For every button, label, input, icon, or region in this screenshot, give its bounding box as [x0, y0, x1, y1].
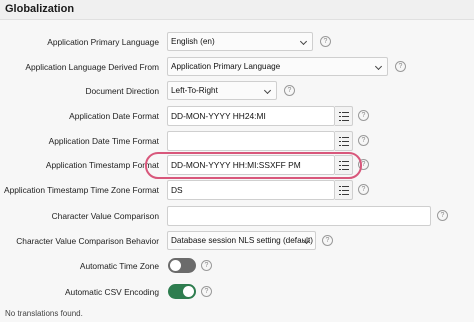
help-icon[interactable]: ? — [437, 210, 448, 221]
row-char-value-comparison-behavior: Character Value Comparison Behavior Data… — [0, 231, 474, 251]
highlight-outline — [145, 152, 362, 179]
row-char-value-comparison: Character Value Comparison ? — [0, 206, 474, 226]
row-date-time-format: Application Date Time Format ? — [0, 131, 474, 151]
char-value-comparison-behavior-select[interactable]: Database session NLS setting (default) — [167, 231, 316, 250]
row-primary-language: Application Primary Language English (en… — [0, 32, 474, 52]
help-icon[interactable]: ? — [320, 36, 331, 47]
date-format-list-button[interactable] — [335, 106, 353, 126]
help-icon[interactable]: ? — [358, 184, 369, 195]
toggle-knob — [170, 260, 181, 271]
toggle-knob — [183, 286, 194, 297]
section-title: Globalization — [5, 3, 75, 15]
list-icon — [339, 112, 341, 114]
help-icon[interactable]: ? — [201, 260, 212, 271]
primary-language-value: English (en) — [171, 37, 215, 46]
date-time-format-list-button[interactable] — [335, 131, 353, 151]
section-header: Globalization — [0, 0, 474, 20]
chevron-down-icon — [299, 37, 308, 46]
row-date-format: Application Date Format DD-MON-YYYY HH24… — [0, 106, 474, 126]
list-icon — [339, 137, 341, 139]
document-direction-select[interactable]: Left-To-Right — [167, 81, 277, 100]
help-icon[interactable]: ? — [358, 110, 369, 121]
help-icon[interactable]: ? — [284, 85, 295, 96]
primary-language-select[interactable]: English (en) — [167, 32, 313, 51]
derived-from-select[interactable]: Application Primary Language — [167, 57, 388, 76]
translations-status: No translations found. — [5, 309, 83, 318]
primary-language-label: Application Primary Language — [47, 37, 159, 47]
automatic-time-zone-toggle[interactable] — [168, 258, 196, 273]
help-icon[interactable]: ? — [395, 61, 406, 72]
char-value-comparison-input[interactable] — [167, 206, 431, 226]
help-icon[interactable]: ? — [322, 235, 333, 246]
chevron-down-icon — [374, 62, 383, 71]
date-format-input[interactable]: DD-MON-YYYY HH24:MI — [167, 106, 335, 126]
timestamp-tz-format-list-button[interactable] — [335, 180, 353, 200]
chevron-down-icon — [263, 86, 272, 95]
char-value-comparison-behavior-label: Character Value Comparison Behavior — [16, 236, 159, 246]
derived-from-label: Application Language Derived From — [25, 62, 159, 72]
timestamp-tz-format-input[interactable]: DS — [167, 180, 335, 200]
timestamp-tz-format-label: Application Timestamp Time Zone Format — [4, 185, 159, 195]
document-direction-value: Left-To-Right — [171, 86, 218, 95]
derived-from-value: Application Primary Language — [171, 62, 281, 71]
row-document-direction: Document Direction Left-To-Right ? — [0, 81, 474, 101]
automatic-time-zone-label: Automatic Time Zone — [79, 261, 159, 271]
document-direction-label: Document Direction — [85, 86, 159, 96]
char-value-comparison-behavior-value: Database session NLS setting (default) — [171, 236, 313, 245]
row-automatic-csv-encoding: Automatic CSV Encoding ? — [0, 282, 474, 302]
timestamp-format-label: Application Timestamp Format — [45, 160, 159, 170]
date-time-format-label: Application Date Time Format — [48, 136, 159, 146]
automatic-csv-encoding-label: Automatic CSV Encoding — [64, 287, 159, 297]
row-derived-from: Application Language Derived From Applic… — [0, 57, 474, 77]
automatic-csv-encoding-toggle[interactable] — [168, 284, 196, 299]
help-icon[interactable]: ? — [358, 135, 369, 146]
row-automatic-time-zone: Automatic Time Zone ? — [0, 256, 474, 276]
row-timestamp-tz-format: Application Timestamp Time Zone Format D… — [0, 180, 474, 200]
date-time-format-input[interactable] — [167, 131, 335, 151]
date-format-label: Application Date Format — [69, 111, 159, 121]
list-icon — [339, 186, 341, 188]
help-icon[interactable]: ? — [201, 286, 212, 297]
char-value-comparison-label: Character Value Comparison — [51, 211, 159, 221]
